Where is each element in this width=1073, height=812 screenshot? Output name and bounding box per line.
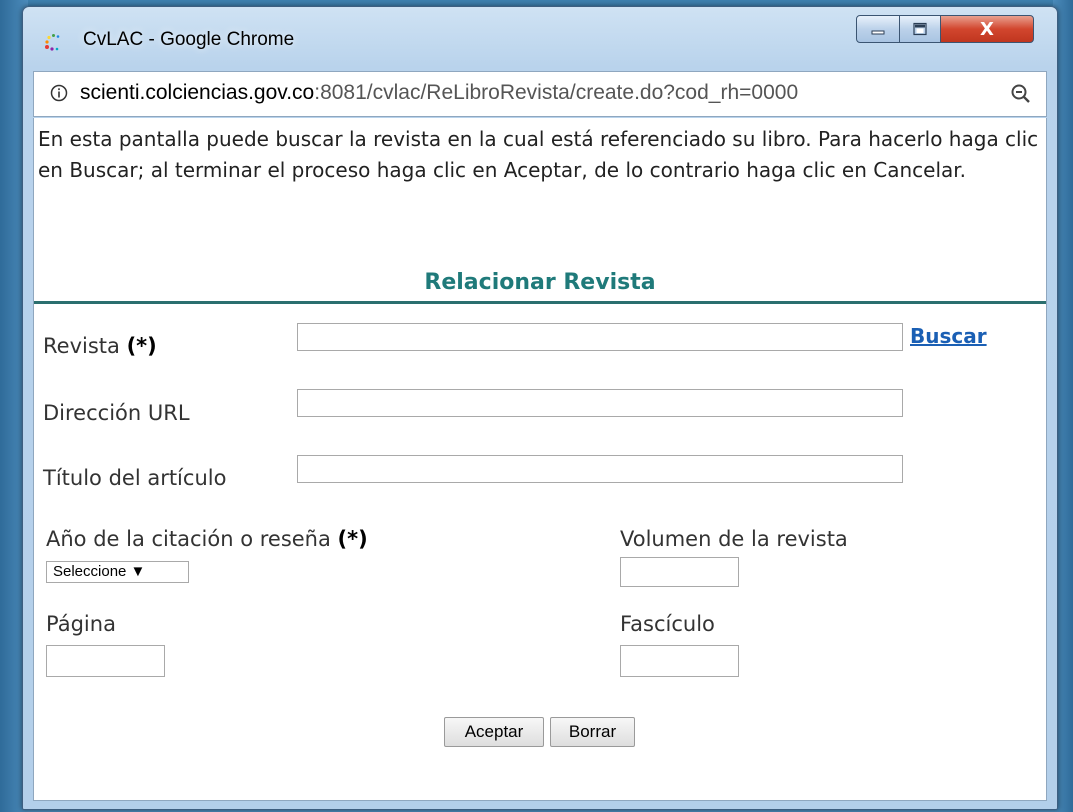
anio-select[interactable]: Seleccione ▼ — [46, 561, 189, 583]
cvlac-app-icon — [45, 34, 60, 51]
zoom-icon[interactable] — [1010, 83, 1032, 105]
minimize-icon — [871, 30, 885, 35]
instructions-text: En esta pantalla puede buscar la revista… — [38, 127, 1039, 182]
window-title: CvLAC - Google Chrome — [83, 29, 295, 50]
titulo-label: Título del artículo — [43, 466, 227, 490]
url-input[interactable] — [297, 389, 903, 417]
section-title: Relacionar Revista — [424, 270, 656, 295]
required-mark: (*) — [337, 527, 368, 551]
info-icon[interactable] — [50, 84, 68, 102]
minimize-button[interactable] — [856, 15, 900, 43]
close-icon: X — [980, 18, 994, 40]
url-text[interactable]: scienti.colciencias.gov.co:8081/cvlac/Re… — [80, 81, 1000, 105]
url-path: :8081/cvlac/ReLibroRevista/create.do?cod… — [314, 81, 799, 104]
revista-input[interactable] — [297, 323, 903, 351]
revista-label: Revista (*) — [43, 334, 157, 358]
buscar-link[interactable]: Buscar — [910, 324, 987, 348]
title-bar[interactable]: CvLAC - Google Chrome X — [23, 7, 1057, 69]
browser-popup-window: CvLAC - Google Chrome X scienti.colcienc… — [22, 6, 1058, 810]
address-bar[interactable]: scienti.colciencias.gov.co:8081/cvlac/Re… — [33, 71, 1047, 117]
pagina-label: Página — [46, 612, 116, 636]
fasciculo-label: Fascículo — [620, 612, 715, 636]
required-mark: (*) — [126, 334, 157, 358]
borrar-button[interactable]: Borrar — [550, 717, 635, 747]
aceptar-button[interactable]: Aceptar — [444, 717, 544, 747]
section-divider — [34, 301, 1046, 304]
page-content: En esta pantalla puede buscar la revista… — [33, 118, 1047, 801]
maximize-icon — [913, 22, 927, 36]
pagina-input[interactable] — [46, 645, 165, 677]
titulo-input[interactable] — [297, 455, 903, 483]
maximize-button[interactable] — [899, 15, 941, 43]
anio-label: Año de la citación o reseña (*) — [46, 527, 368, 551]
volumen-label: Volumen de la revista — [620, 527, 848, 551]
fasciculo-input[interactable] — [620, 645, 739, 677]
url-label: Dirección URL — [43, 401, 190, 425]
url-host: scienti.colciencias.gov.co — [80, 81, 315, 104]
close-button[interactable]: X — [940, 15, 1034, 43]
volumen-input[interactable] — [620, 557, 739, 587]
